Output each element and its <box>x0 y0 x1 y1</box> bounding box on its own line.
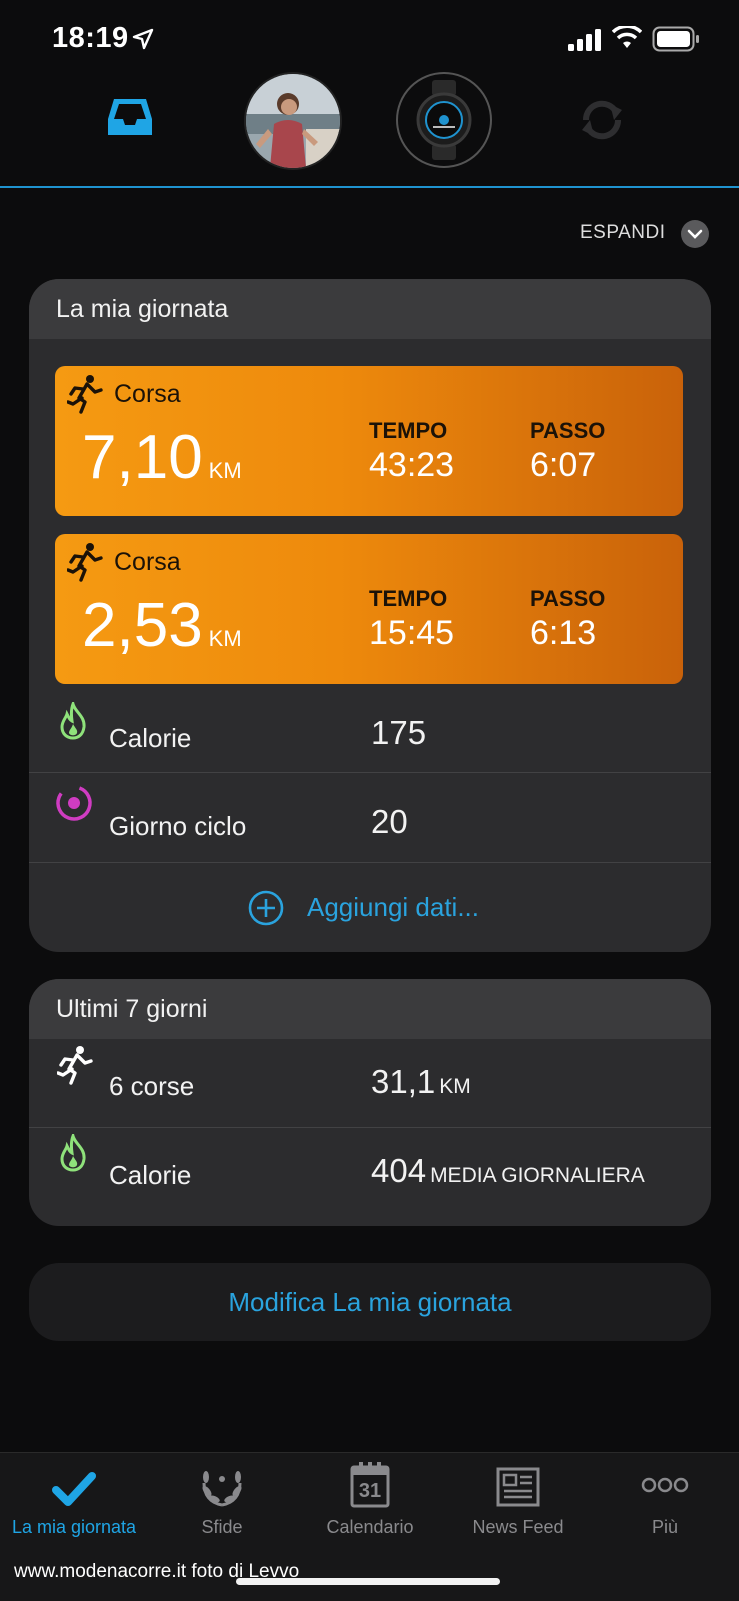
expand-label[interactable]: ESPANDI <box>580 222 666 244</box>
status-time: 18:19 <box>52 22 129 54</box>
my-day-title: La mia giornata <box>29 279 711 339</box>
running-icon <box>67 543 103 582</box>
activity-card[interactable]: Corsa 2,53 KM TEMPO 15:45 PASSO 6:13 <box>55 534 683 684</box>
activity-card[interactable]: Corsa 7,10 KM TEMPO 43:23 PASSO 6:07 <box>55 366 683 516</box>
watch-icon <box>416 80 472 160</box>
running-icon <box>57 1046 93 1085</box>
battery-icon <box>652 26 699 52</box>
time-label: TEMPO <box>369 418 448 443</box>
runs-distance: 31,1 KM <box>371 1063 471 1100</box>
avatar[interactable] <box>244 72 342 170</box>
pace-label: PASSO <box>530 586 606 611</box>
weekly-calories-row[interactable]: Calorie 404 MEDIA GIORNALIERA <box>29 1128 711 1216</box>
my-day-card: La mia giornata Corsa 7,10 KM TEMPO 43:23… <box>29 279 711 952</box>
weekly-calories-value: 404 MEDIA GIORNALIERA <box>371 1152 645 1189</box>
cycle-day-value: 20 <box>371 803 408 840</box>
cycle-day-row[interactable]: Giorno ciclo 20 <box>29 773 711 861</box>
chevron-down-icon <box>687 229 703 239</box>
newspaper-icon <box>496 1467 540 1507</box>
expand-button[interactable] <box>681 220 709 248</box>
add-data-label: Aggiungi dati... <box>307 892 480 922</box>
activity-distance: 2,53 KM <box>82 591 242 660</box>
time-value: 43:23 <box>369 446 455 484</box>
activity-type: Corsa <box>114 380 181 408</box>
cycle-day-label: Giorno ciclo <box>109 811 247 841</box>
check-icon <box>52 1472 96 1506</box>
plus-circle-icon <box>248 890 284 926</box>
home-indicator[interactable] <box>236 1578 500 1585</box>
daily-average-label: MEDIA GIORNALIERA <box>430 1164 645 1187</box>
runs-label: 6 corse <box>109 1071 195 1101</box>
wifi-icon <box>612 26 642 48</box>
weekly-calories-label: Calorie <box>109 1160 192 1190</box>
sync-icon[interactable] <box>576 98 628 142</box>
cycle-icon <box>56 785 92 821</box>
header-divider <box>0 186 739 188</box>
pace-value: 6:07 <box>530 446 597 484</box>
tab-label: Calendario <box>326 1517 414 1537</box>
flame-icon <box>60 1134 86 1172</box>
location-arrow-icon <box>132 28 154 50</box>
inbox-icon[interactable] <box>106 95 154 139</box>
time-label: TEMPO <box>369 586 448 611</box>
calories-label: Calorie <box>109 723 192 753</box>
calories-row[interactable]: Calorie 175 <box>29 694 711 782</box>
last-7-days-card: Ultimi 7 giorni 6 corse 31,1 KM Calorie 4… <box>29 979 711 1226</box>
cellular-signal-icon <box>568 29 601 51</box>
calendar-day-badge: 31 <box>358 1480 382 1502</box>
pace-label: PASSO <box>530 418 606 443</box>
edit-my-day-label: Modifica La mia giornata <box>228 1287 512 1317</box>
runs-row[interactable]: 6 corse 31,1 KM <box>29 1039 711 1127</box>
tab-label: La mia giornata <box>11 1517 137 1537</box>
more-icon <box>641 1477 689 1493</box>
laurel-icon <box>202 1471 242 1507</box>
watch-device-button[interactable] <box>396 72 492 168</box>
distance-unit: KM <box>208 458 242 483</box>
pace-value: 6:13 <box>530 614 597 652</box>
add-data-button[interactable]: Aggiungi dati... <box>29 863 711 951</box>
last-7-days-title: Ultimi 7 giorni <box>29 979 711 1039</box>
distance-unit: KM <box>208 626 242 651</box>
edit-my-day-button[interactable]: Modifica La mia giornata <box>29 1263 711 1341</box>
tab-label: Sfide <box>201 1517 243 1537</box>
tab-label: Più <box>651 1517 678 1537</box>
activity-type: Corsa <box>114 548 181 576</box>
distance-unit: KM <box>439 1075 471 1098</box>
flame-icon <box>60 702 86 740</box>
running-icon <box>67 375 103 414</box>
calories-value: 175 <box>371 714 427 751</box>
time-value: 15:45 <box>369 614 455 652</box>
activity-distance: 7,10 KM <box>82 423 242 492</box>
tab-label: News Feed <box>472 1517 564 1537</box>
